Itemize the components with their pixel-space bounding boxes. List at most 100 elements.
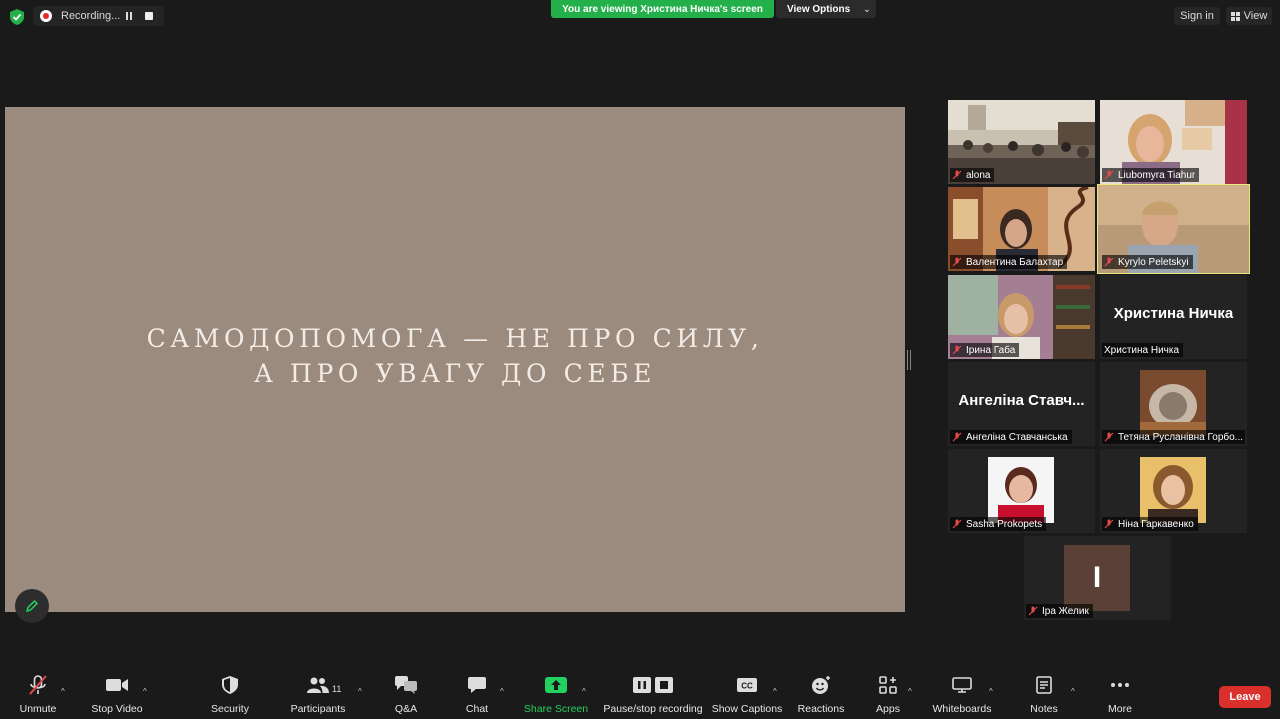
- muted-mic-icon: [952, 170, 962, 180]
- chat-button[interactable]: Chat: [462, 671, 492, 719]
- pause-stop-recording-button[interactable]: Pause/stop recording: [602, 671, 704, 719]
- participant-name-tag: Тетяна Русланівна Горбо...: [1102, 430, 1245, 444]
- apps-options-chevron-icon[interactable]: ^: [908, 687, 912, 696]
- participant-name-tag: Liubomyra Tiahur: [1102, 168, 1200, 182]
- apps-grid-icon: [879, 676, 897, 694]
- notes-label: Notes: [1030, 703, 1058, 715]
- video-camera-icon: [106, 679, 128, 691]
- pause-recording-icon[interactable]: [126, 12, 134, 20]
- security-shield-icon[interactable]: [10, 9, 24, 25]
- captions-cc-icon: CC: [737, 678, 757, 692]
- participants-label: Participants: [290, 703, 346, 715]
- participant-name: Liubomyra Tiahur: [1118, 169, 1196, 181]
- participant-name-tag: Валентина Балахтар: [950, 255, 1068, 269]
- view-options-button[interactable]: View Options ⌄: [776, 0, 876, 18]
- notes-button[interactable]: Notes: [1028, 671, 1060, 719]
- participant-tile[interactable]: Валентина Балахтар: [948, 187, 1095, 271]
- whiteboards-button[interactable]: Whiteboards: [930, 671, 994, 719]
- qa-label: Q&A: [394, 703, 418, 715]
- muted-mic-icon: [29, 675, 47, 695]
- svg-text:CC: CC: [741, 682, 753, 691]
- participant-tile[interactable]: Sasha Prokopets: [948, 449, 1095, 533]
- participant-tile[interactable]: Ангеліна Ставч... Ангеліна Ставчанська: [948, 362, 1095, 446]
- participant-tile[interactable]: Ірина Габа: [948, 275, 1095, 359]
- participant-tile[interactable]: Христина Ничка Христина Ничка: [1100, 275, 1247, 359]
- stop-recording-icon[interactable]: [145, 12, 153, 20]
- stop-video-button[interactable]: Stop Video: [88, 671, 146, 719]
- shared-screen[interactable]: САМОДОПОМОГА — НЕ ПРО СИЛУ, А ПРО УВАГУ …: [5, 107, 905, 612]
- participant-tile[interactable]: alona: [948, 100, 1095, 184]
- leave-button[interactable]: Leave: [1219, 686, 1271, 708]
- participant-name-tag: Ірина Габа: [950, 343, 1020, 357]
- slide-title: САМОДОПОМОГА — НЕ ПРО СИЛУ, А ПРО УВАГУ …: [5, 321, 905, 391]
- muted-mic-icon: [1104, 170, 1114, 180]
- muted-mic-icon: [1104, 432, 1114, 442]
- view-options-label: View Options: [787, 3, 851, 15]
- recording-dot-icon: [40, 10, 52, 22]
- participant-name: Христина Ничка: [1104, 344, 1180, 356]
- apps-button[interactable]: Apps: [870, 671, 906, 719]
- participant-avatar: [1140, 370, 1206, 436]
- audio-options-chevron-icon[interactable]: ^: [61, 687, 65, 696]
- security-button[interactable]: Security: [205, 671, 255, 719]
- captions-options-chevron-icon[interactable]: ^: [773, 687, 777, 696]
- participant-tile[interactable]: Тетяна Русланівна Горбо...: [1100, 362, 1247, 446]
- stop-video-label: Stop Video: [91, 703, 143, 715]
- muted-mic-icon: [952, 345, 962, 355]
- pencil-icon: [25, 599, 39, 613]
- participant-tile[interactable]: І Іра Желик: [1024, 536, 1171, 620]
- reactions-label: Reactions: [797, 703, 845, 715]
- chat-options-chevron-icon[interactable]: ^: [500, 687, 504, 696]
- panel-resize-handle[interactable]: [907, 350, 911, 370]
- participant-tile-active-speaker[interactable]: Kyrylo Peletskyi: [1097, 184, 1250, 274]
- recording-label: Recording...: [61, 10, 121, 22]
- stop-icon: [655, 677, 673, 693]
- more-label: More: [1108, 703, 1132, 715]
- participant-name-tag: Ангеліна Ставчанська: [950, 430, 1072, 444]
- view-label: View: [1243, 10, 1268, 22]
- participant-name-tag: alona: [950, 168, 995, 182]
- participant-name: Іра Желик: [1042, 605, 1089, 617]
- notes-options-chevron-icon[interactable]: ^: [1071, 687, 1075, 696]
- participant-tile[interactable]: Liubomyra Tiahur: [1100, 100, 1247, 184]
- muted-mic-icon: [1104, 257, 1114, 267]
- unmute-button[interactable]: Unmute: [14, 671, 62, 719]
- sign-in-button[interactable]: Sign in: [1174, 7, 1220, 25]
- view-button[interactable]: View: [1226, 7, 1272, 25]
- share-screen-button[interactable]: Share Screen: [524, 671, 588, 719]
- annotate-pen-button[interactable]: [15, 589, 49, 623]
- participant-avatar: [988, 457, 1054, 523]
- more-button[interactable]: More: [1104, 671, 1136, 719]
- participant-name-tag: Sasha Prokopets: [950, 517, 1047, 531]
- apps-label: Apps: [876, 703, 900, 715]
- participant-name: Kyrylo Peletskyi: [1118, 256, 1189, 268]
- shield-icon: [222, 676, 238, 694]
- video-options-chevron-icon[interactable]: ^: [143, 687, 147, 696]
- participants-button[interactable]: Participants: [288, 671, 348, 719]
- participant-name-tag: Kyrylo Peletskyi: [1102, 255, 1193, 269]
- participants-icon: [307, 677, 329, 693]
- muted-mic-icon: [952, 257, 962, 267]
- chevron-down-icon: ⌄: [863, 3, 871, 14]
- pause-icon: [633, 677, 651, 693]
- grid-view-icon: [1230, 11, 1240, 21]
- show-captions-button[interactable]: CC Show Captions: [712, 671, 782, 719]
- pause-recording-label: Pause/stop recording: [603, 703, 703, 715]
- whiteboard-icon: [952, 677, 972, 693]
- viewing-screen-banner: You are viewing Христина Ничка's screen: [551, 0, 774, 18]
- participant-initial-avatar: І: [1064, 545, 1130, 611]
- whiteboards-options-chevron-icon[interactable]: ^: [989, 687, 993, 696]
- participant-name: Ірина Габа: [966, 344, 1016, 356]
- participant-name: Ніна Гаркавенко: [1118, 518, 1194, 530]
- participants-count: 11: [332, 684, 342, 694]
- notes-document-icon: [1036, 676, 1052, 694]
- share-options-chevron-icon[interactable]: ^: [582, 687, 586, 696]
- participant-tile[interactable]: Ніна Гаркавенко: [1100, 449, 1247, 533]
- muted-mic-icon: [952, 432, 962, 442]
- participants-options-chevron-icon[interactable]: ^: [358, 687, 362, 696]
- muted-mic-icon: [952, 519, 962, 529]
- slide-line-1: САМОДОПОМОГА — НЕ ПРО СИЛУ,: [146, 324, 764, 353]
- qa-button[interactable]: Q&A: [390, 671, 422, 719]
- muted-mic-icon: [1104, 519, 1114, 529]
- reactions-button[interactable]: Reactions: [796, 671, 846, 719]
